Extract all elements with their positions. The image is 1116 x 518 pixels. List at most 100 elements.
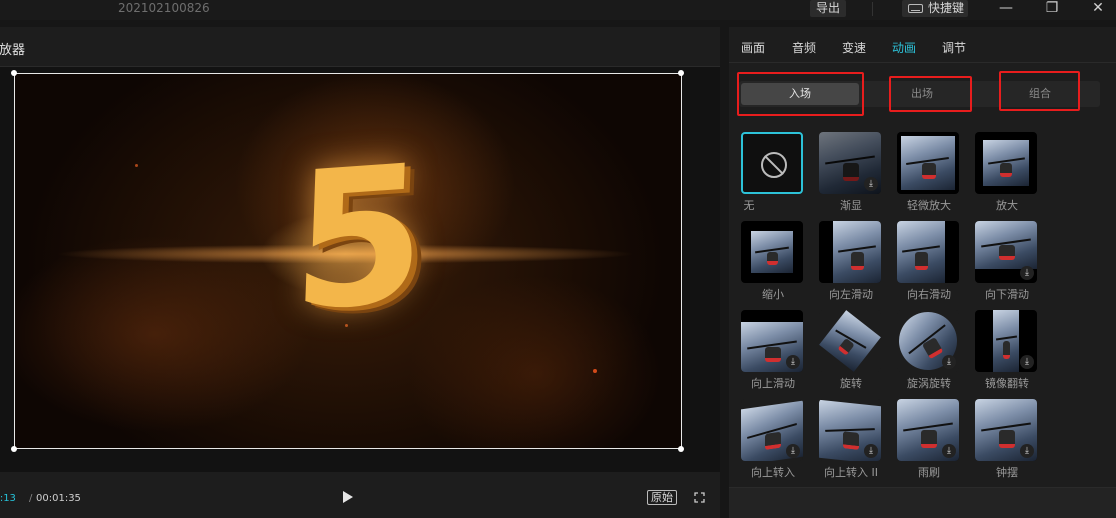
tab-speed[interactable]: 变速 — [842, 39, 866, 56]
project-title: 202102100826 — [118, 1, 210, 15]
countdown-number: 5 — [288, 123, 430, 354]
animation-panel: 画面 音频 变速 动画 调节 入场 出场 组合 无 ⤓ 渐显 轻微放大 放大 缩… — [729, 27, 1116, 518]
download-icon[interactable]: ⤓ — [864, 177, 878, 191]
shortcut-button[interactable]: 快捷键 — [902, 0, 968, 17]
effect-thumb: ⤓ — [975, 221, 1037, 283]
download-icon[interactable]: ⤓ — [1020, 444, 1034, 458]
fullscreen-icon[interactable] — [694, 492, 705, 503]
effect-thumb: ⤓ — [741, 310, 803, 372]
effect-item[interactable]: ⤓ 雨刷 — [897, 396, 961, 482]
effect-item[interactable]: ⤓ 镜像翻转 — [975, 307, 1039, 393]
effect-item[interactable]: ⤓ 向上转入 II — [819, 396, 883, 482]
effect-label: 向上转入 II — [824, 466, 878, 479]
effect-item[interactable]: ⤓ 向上滑动 — [741, 307, 805, 393]
effect-label: 旋转 — [840, 377, 862, 390]
download-icon[interactable]: ⤓ — [786, 355, 800, 369]
effect-thumb — [741, 132, 803, 194]
panel-tabs: 画面 音频 变速 动画 调节 — [729, 27, 1116, 63]
tab-adjust[interactable]: 调节 — [942, 39, 966, 56]
keyboard-icon — [908, 4, 923, 13]
effect-item[interactable]: ⤓ 向上转入 — [741, 396, 805, 482]
cable-car-image — [751, 231, 793, 273]
player-controls: 00:00:13 / 00:01:35 原始 — [0, 477, 720, 518]
video-frame[interactable]: 5 — [14, 73, 682, 449]
effect-item[interactable]: 向左滑动 — [819, 218, 883, 304]
current-time: 00:00:13 — [0, 493, 16, 504]
resize-handle[interactable] — [11, 70, 17, 76]
effect-thumb: ⤓ — [819, 132, 881, 194]
effect-item[interactable]: 旋转 — [819, 307, 883, 393]
effect-label: 渐显 — [840, 199, 862, 212]
cable-car-image — [983, 140, 1029, 186]
effect-item[interactable]: 放大 — [975, 129, 1039, 215]
effect-item[interactable]: 缩小 — [741, 218, 805, 304]
tab-picture[interactable]: 画面 — [741, 39, 765, 56]
effect-label: 向左滑动 — [829, 288, 873, 301]
effect-label: 向右滑动 — [907, 288, 951, 301]
effect-label: 旋涡旋转 — [907, 377, 951, 390]
resize-handle[interactable] — [678, 70, 684, 76]
effect-item[interactable]: ⤓ 旋涡旋转 — [897, 307, 961, 393]
highlight-box — [999, 71, 1080, 111]
effect-label: 向上转入 — [751, 466, 795, 479]
effect-thumb — [897, 132, 959, 194]
effect-item[interactable]: 轻微放大 — [897, 129, 961, 215]
resize-handle[interactable] — [11, 446, 17, 452]
resize-handle[interactable] — [678, 446, 684, 452]
minimize-button[interactable]: — — [996, 0, 1016, 18]
effect-item[interactable]: ⤓ 渐显 — [819, 129, 883, 215]
restore-button[interactable]: ❐ — [1042, 0, 1062, 18]
effect-thumb: ⤓ — [975, 399, 1037, 461]
effect-thumb: ⤓ — [975, 310, 1037, 372]
effect-label: 向下滑动 — [985, 288, 1029, 301]
ember-dot — [345, 324, 348, 327]
effect-label: 无 — [743, 199, 755, 212]
divider — [872, 2, 873, 16]
effect-item[interactable]: ⤓ 钟摆 — [975, 396, 1039, 482]
effect-label: 轻微放大 — [907, 199, 951, 212]
effect-thumb — [897, 221, 959, 283]
time-separator: / — [29, 493, 33, 504]
export-button[interactable]: 导出 — [810, 0, 846, 17]
download-icon[interactable]: ⤓ — [1020, 266, 1034, 280]
highlight-box — [737, 72, 864, 116]
effect-thumb: ⤓ — [819, 399, 881, 461]
cable-car-image — [993, 310, 1019, 372]
tab-animation[interactable]: 动画 — [892, 39, 916, 56]
ratio-button[interactable]: 原始 — [647, 490, 677, 505]
download-icon[interactable]: ⤓ — [1020, 355, 1034, 369]
effect-item[interactable]: ⤓ 向下滑动 — [975, 218, 1039, 304]
effect-label: 向上滑动 — [751, 377, 795, 390]
ember-dot — [135, 164, 138, 167]
effect-thumb: ⤓ — [897, 310, 959, 372]
player-canvas: 5 — [0, 67, 720, 472]
effect-label: 放大 — [996, 199, 1018, 212]
effect-thumb — [741, 221, 803, 283]
close-button[interactable]: ✕ — [1088, 0, 1108, 18]
cable-car-image — [897, 221, 945, 283]
player-header: 播放器 — [0, 27, 720, 67]
shortcut-label: 快捷键 — [928, 1, 965, 15]
panel-footer — [729, 487, 1116, 518]
cable-car-image — [819, 310, 881, 372]
effect-item[interactable]: 向右滑动 — [897, 218, 961, 304]
download-icon[interactable]: ⤓ — [942, 444, 956, 458]
download-icon[interactable]: ⤓ — [942, 355, 956, 369]
effect-item[interactable]: 无 — [741, 129, 805, 215]
ban-icon — [761, 152, 787, 178]
player-panel: 播放器 5 00:00:13 / 00:01:35 原始 — [0, 27, 720, 518]
play-icon[interactable] — [343, 491, 353, 503]
effect-label: 雨刷 — [918, 466, 940, 479]
download-icon[interactable]: ⤓ — [786, 444, 800, 458]
download-icon[interactable]: ⤓ — [864, 444, 878, 458]
ember-dot — [593, 369, 597, 373]
player-title: 播放器 — [0, 43, 26, 58]
effect-label: 缩小 — [762, 288, 784, 301]
highlight-box — [889, 76, 972, 112]
total-time: 00:01:35 — [36, 493, 81, 504]
effect-thumb — [819, 310, 881, 372]
tab-audio[interactable]: 音频 — [792, 39, 816, 56]
effect-thumb — [975, 132, 1037, 194]
title-bar: 202102100826 导出 快捷键 — ❐ ✕ — [0, 0, 1116, 20]
cable-car-image — [833, 221, 881, 283]
